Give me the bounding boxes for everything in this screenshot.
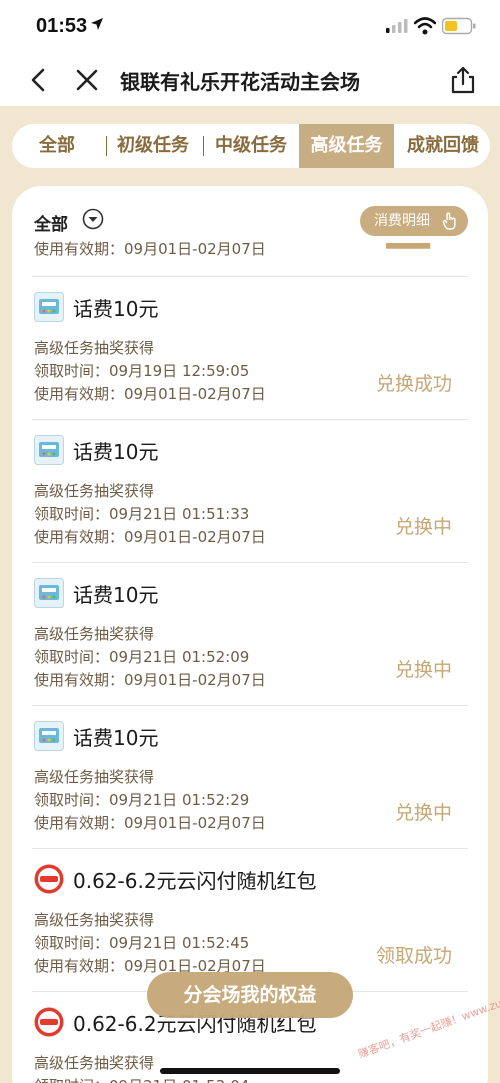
phone-credit-icon (34, 578, 64, 608)
chevron-down-circle-icon[interactable] (82, 208, 104, 230)
item-claim-time: 领取时间：09月21日 01:52:29 (34, 791, 250, 809)
item-status: 兑换中 (394, 802, 452, 824)
close-icon[interactable] (74, 67, 100, 93)
spending-detail-button[interactable]: 消费明细 (360, 206, 468, 236)
item-source: 高级任务抽奖获得 (34, 625, 155, 643)
item-divider (32, 705, 468, 706)
tap-hand-icon (442, 212, 456, 230)
status-bar: 01:53 (0, 0, 500, 54)
item-status: ▂▂▂ (386, 237, 430, 249)
task-tab-bar: 全部 初级任务 中级任务 高级任务 成就回馈 (12, 124, 490, 168)
item-validity: 使用有效期：09月01日-02月07日 (34, 240, 266, 258)
filter-header: 全部 消费明细 (12, 186, 488, 236)
item-source: 高级任务抽奖获得 (34, 1054, 155, 1072)
back-chevron-icon[interactable] (26, 67, 52, 93)
item-divider (32, 419, 468, 420)
cloud-quickpass-icon (34, 864, 64, 894)
item-validity: 使用有效期：09月01日-02月07日 (34, 385, 266, 403)
item-divider (32, 276, 468, 277)
status-time: 01:53 (36, 15, 88, 37)
item-claim-time: 领取时间：09月21日 01:53:04 (34, 1075, 249, 1083)
item-claim-time: 领取时间：09月21日 01:52:45 (34, 934, 250, 952)
item-title: 话费10元 (73, 583, 159, 607)
cloud-quickpass-icon (34, 1007, 64, 1037)
item-validity: 使用有效期：09月01日-02月07日 (34, 528, 266, 546)
spending-detail-label: 消费明细 (374, 213, 430, 229)
tab-divider (106, 136, 107, 156)
list-item[interactable]: 话费10元 高级任务抽奖获得 领取时间：09月19日 12:59:05 使用有效… (12, 276, 488, 419)
item-title: 0.62-6.2元云闪付随机红包 (73, 869, 317, 893)
home-indicator (160, 1068, 340, 1074)
item-title: 话费10元 (73, 440, 159, 464)
tab-divider (203, 136, 204, 156)
item-title: 话费10元 (73, 297, 159, 321)
signal-icon (386, 19, 408, 33)
phone-credit-icon (34, 292, 64, 322)
filter-dropdown-label[interactable]: 全部 (34, 210, 68, 235)
reward-list[interactable]: 使用有效期：09月01日-02月07日 ▂▂▂ 话费10元 高级任务抽奖获得 领… (12, 186, 488, 1083)
tab-intermediate-tasks[interactable]: 中级任务 (205, 124, 297, 168)
item-source: 高级任务抽奖获得 (34, 339, 155, 357)
item-divider (32, 562, 468, 563)
list-item[interactable]: 话费10元 高级任务抽奖获得 领取时间：09月21日 01:52:09 使用有效… (12, 562, 488, 705)
item-source: 高级任务抽奖获得 (34, 768, 155, 786)
tab-all[interactable]: 全部 (12, 124, 102, 168)
item-claim-time: 领取时间：09月21日 01:52:09 (34, 648, 250, 666)
item-status: 兑换中 (394, 659, 452, 681)
item-validity: 使用有效期：09月01日-02月07日 (34, 814, 266, 832)
sub-venue-my-benefits-button[interactable]: 分会场我的权益 (147, 972, 353, 1018)
item-source: 高级任务抽奖获得 (34, 482, 155, 500)
list-item[interactable]: 话费10元 高级任务抽奖获得 领取时间：09月21日 01:51:33 使用有效… (12, 419, 488, 562)
item-claim-time: 领取时间：09月21日 01:51:33 (34, 505, 250, 523)
tab-junior-tasks[interactable]: 初级任务 (108, 124, 198, 168)
rewards-card: 使用有效期：09月01日-02月07日 ▂▂▂ 话费10元 高级任务抽奖获得 领… (12, 186, 488, 1083)
phone-credit-icon (34, 435, 64, 465)
tab-advanced-tasks[interactable]: 高级任务 (299, 124, 394, 168)
item-divider (32, 848, 468, 849)
item-claim-time: 领取时间：09月19日 12:59:05 (34, 362, 250, 380)
item-status: 兑换成功 (375, 373, 452, 395)
phone-credit-icon (34, 721, 64, 751)
list-item[interactable]: 话费10元 高级任务抽奖获得 领取时间：09月21日 01:52:29 使用有效… (12, 705, 488, 848)
item-status: 领取成功 (375, 945, 452, 967)
tab-achievement-rewards[interactable]: 成就回馈 (396, 124, 490, 168)
item-validity: 使用有效期：09月01日-02月07日 (34, 671, 266, 689)
item-title: 话费10元 (73, 726, 159, 750)
nav-bar: 银联有礼乐开花活动主会场 (0, 54, 500, 106)
wifi-icon (414, 17, 436, 35)
list-item-partial: 使用有效期：09月01日-02月07日 ▂▂▂ (12, 237, 488, 263)
battery-icon (442, 17, 476, 35)
page-title: 银联有礼乐开花活动主会场 (120, 70, 360, 94)
list-item[interactable]: 0.62-6.2元云闪付随机红包 高级任务抽奖获得 领取时间：09月21日 01… (12, 848, 488, 991)
item-source: 高级任务抽奖获得 (34, 911, 155, 929)
item-status: 兑换中 (394, 516, 452, 538)
share-icon[interactable] (450, 66, 476, 94)
location-arrow-icon (91, 18, 103, 30)
